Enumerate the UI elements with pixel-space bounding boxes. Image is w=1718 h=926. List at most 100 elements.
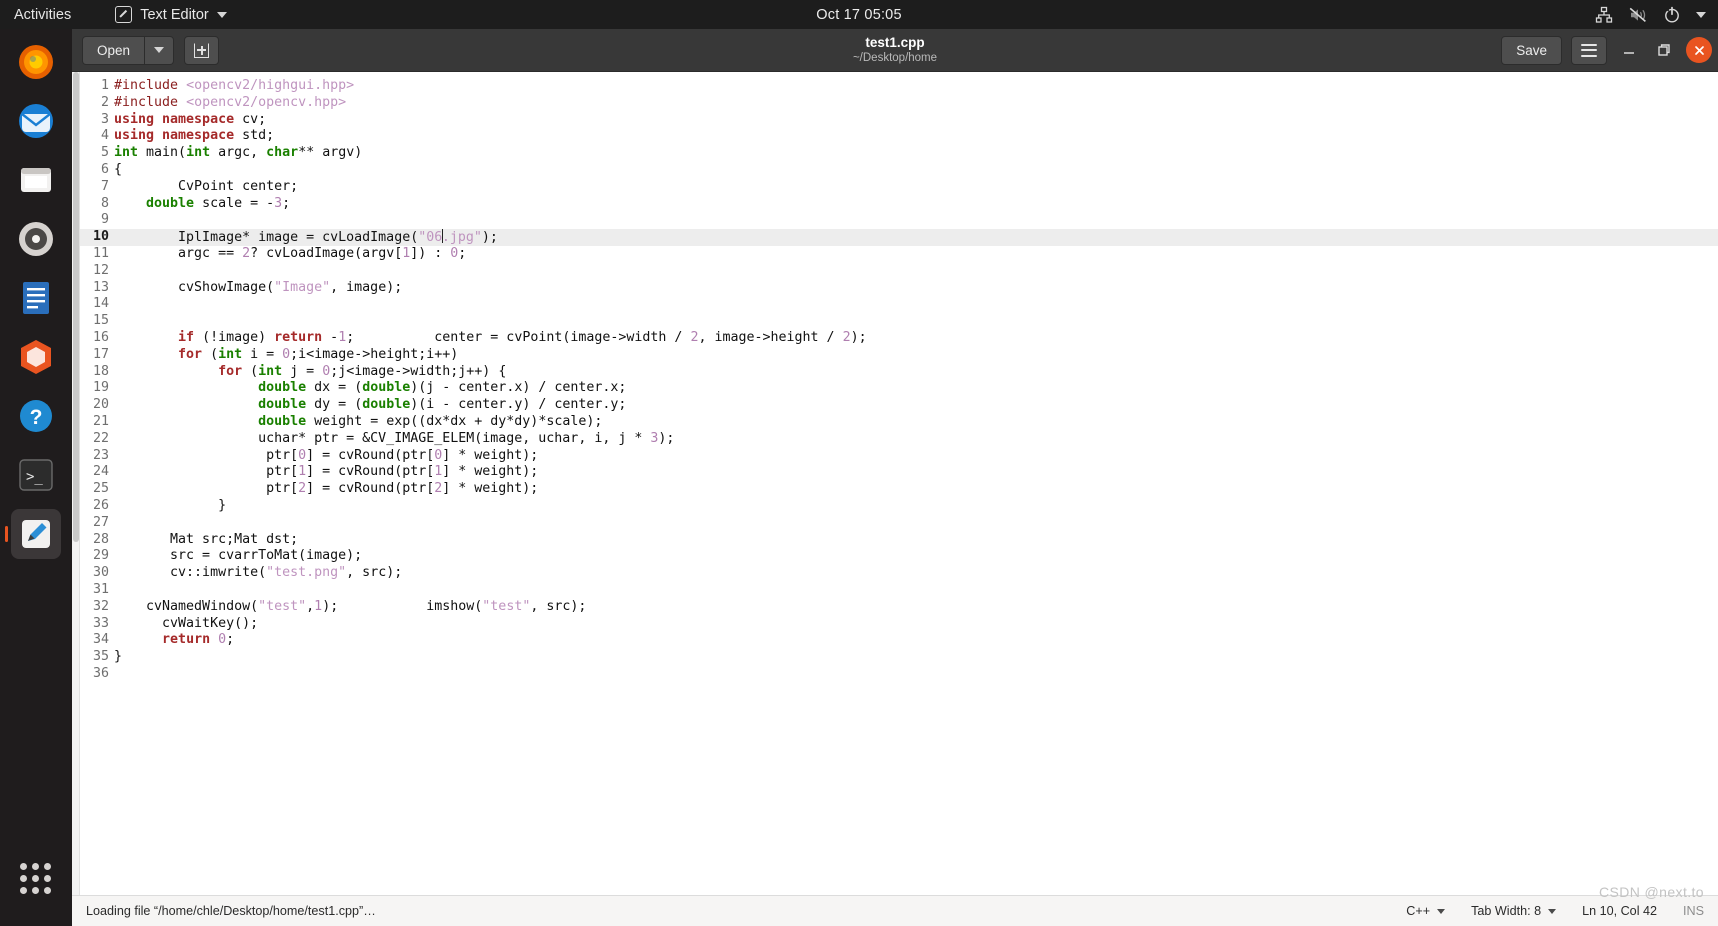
tab-width-selector[interactable]: Tab Width: 8	[1471, 904, 1557, 918]
code-line[interactable]: 27	[80, 515, 1718, 532]
code-line[interactable]: 13 cvShowImage("Image", image);	[80, 280, 1718, 297]
clock[interactable]: Oct 17 05:05	[739, 7, 979, 23]
grid-dot	[20, 875, 27, 882]
code-text: argc == 2? cvLoadImage(argv[1]) : 0;	[114, 245, 467, 261]
code-text: #include <opencv2/highgui.hpp>	[114, 78, 355, 93]
volume-muted-icon[interactable]	[1628, 6, 1648, 24]
code-line[interactable]: 10 IplImage* image = cvLoadImage("06.jpg…	[80, 228, 1718, 246]
app-menu-button[interactable]: Text Editor	[115, 6, 227, 23]
code-line[interactable]: 35}	[80, 649, 1718, 666]
line-number: 7	[100, 178, 109, 194]
code-line[interactable]: 31	[80, 582, 1718, 599]
code-line[interactable]: 14	[80, 296, 1718, 313]
code-line[interactable]: 28 Mat src;Mat dst;	[80, 532, 1718, 549]
chevron-down-icon[interactable]	[1696, 11, 1706, 18]
power-icon[interactable]	[1663, 6, 1681, 24]
maximize-button[interactable]	[1651, 37, 1677, 63]
activities-button[interactable]: Activities	[0, 7, 85, 23]
chevron-down-icon	[154, 47, 165, 53]
window-title-block: test1.cpp ~/Desktop/home	[725, 35, 1065, 65]
line-number: 6	[100, 161, 109, 177]
chevron-down-icon	[1437, 908, 1446, 914]
code-line[interactable]: 20 double dy = (double)(i - center.y) / …	[80, 397, 1718, 414]
code-line[interactable]: 26 }	[80, 498, 1718, 515]
code-line[interactable]: 15	[80, 313, 1718, 330]
dock-item-help[interactable]: ?	[11, 391, 61, 441]
line-number: 16	[92, 329, 109, 345]
code-line[interactable]: 7 CvPoint center;	[80, 179, 1718, 196]
code-text: cvNamedWindow("test",1); imshow("test", …	[114, 598, 587, 614]
system-tray[interactable]	[1595, 6, 1706, 24]
code-line[interactable]: 30 cv::imwrite("test.png", src);	[80, 565, 1718, 582]
code-line[interactable]: 29 src = cvarrToMat(image);	[80, 548, 1718, 565]
line-number: 32	[92, 598, 109, 614]
line-number: 18	[92, 363, 109, 379]
code-text: CvPoint center;	[114, 178, 299, 194]
code-line[interactable]: 23 ptr[0] = cvRound(ptr[0] * weight);	[80, 448, 1718, 465]
code-line[interactable]: 24 ptr[1] = cvRound(ptr[1] * weight);	[80, 464, 1718, 481]
code-line[interactable]: 8 double scale = -3;	[80, 196, 1718, 213]
show-applications-button[interactable]	[11, 854, 61, 904]
dock-item-terminal[interactable]: >_	[11, 450, 61, 500]
code-line[interactable]: 4 using namespace std;	[80, 128, 1718, 145]
grid-dot	[20, 887, 27, 894]
open-split-button[interactable]: Open	[82, 35, 175, 65]
code-line[interactable]: 6{	[80, 162, 1718, 179]
code-line[interactable]: 5 int main(int argc, char** argv)	[80, 145, 1718, 162]
dock-item-text-editor[interactable]	[5, 509, 61, 559]
code-text: for (int j = 0;j<image->width;j++) {	[218, 363, 507, 379]
line-number: 11	[92, 245, 109, 261]
scrollbar-thumb[interactable]	[73, 72, 79, 542]
dock-item-files[interactable]	[11, 155, 61, 205]
line-number: 8	[100, 195, 109, 211]
save-button[interactable]: Save	[1501, 35, 1562, 65]
dock-item-firefox[interactable]	[11, 37, 61, 87]
code-line[interactable]: 34 return 0;	[80, 632, 1718, 649]
open-button[interactable]: Open	[82, 35, 146, 65]
code-line[interactable]: 2 #include <opencv2/opencv.hpp>	[80, 95, 1718, 112]
code-line[interactable]: 21 double weight = exp((dx*dx + dy*dy)*s…	[80, 414, 1718, 431]
dock-item-rhythmbox[interactable]	[11, 214, 61, 264]
editor-scrollbar[interactable]	[72, 72, 80, 895]
code-line[interactable]: 36	[80, 666, 1718, 683]
hamburger-menu-icon	[1581, 43, 1597, 57]
code-line[interactable]: 32 cvNamedWindow("test",1); imshow("test…	[80, 599, 1718, 616]
code-line[interactable]: 33 cvWaitKey();	[80, 616, 1718, 633]
code-text: cv::imwrite("test.png", src);	[114, 565, 403, 581]
line-number: 27	[92, 514, 109, 530]
code-text: if (!image) return -1; center = cvPoint(…	[178, 329, 867, 345]
code-line[interactable]: 12	[80, 263, 1718, 280]
code-line[interactable]: 11 argc == 2? cvLoadImage(argv[1]) : 0;	[80, 246, 1718, 263]
code-line[interactable]: 17 for (int i = 0;i<image->height;i++)	[80, 347, 1718, 364]
dock-item-thunderbird[interactable]	[11, 96, 61, 146]
code-line[interactable]: 3 using namespace cv;	[80, 112, 1718, 129]
line-number: 35	[92, 649, 109, 665]
network-icon[interactable]	[1595, 6, 1613, 24]
dock-item-ubuntu-software[interactable]	[11, 332, 61, 382]
open-recent-dropdown-button[interactable]	[145, 35, 175, 65]
editor-area[interactable]: 1 #include <opencv2/highgui.hpp> 2 #include…	[72, 72, 1718, 895]
code-line[interactable]: 9	[80, 212, 1718, 229]
watermark: CSDN @next.to	[1599, 884, 1704, 900]
code-line[interactable]: 16 if (!image) return -1; center = cvPoi…	[80, 330, 1718, 347]
code-line[interactable]: 22 uchar* ptr = &CV_IMAGE_ELEM(image, uc…	[80, 431, 1718, 448]
minimize-button[interactable]	[1616, 37, 1642, 63]
code-text: ptr[2] = cvRound(ptr[2] * weight);	[114, 481, 539, 497]
language-selector[interactable]: C++	[1406, 904, 1446, 918]
window-title: test1.cpp	[865, 35, 925, 50]
dock-item-libreoffice-writer[interactable]	[11, 273, 61, 323]
source-code-view[interactable]: 1 #include <opencv2/highgui.hpp> 2 #include…	[80, 72, 1718, 895]
code-line[interactable]: 1 #include <opencv2/highgui.hpp>	[80, 78, 1718, 95]
new-document-button[interactable]	[184, 35, 220, 65]
code-line[interactable]: 25 ptr[2] = cvRound(ptr[2] * weight);	[80, 481, 1718, 498]
close-button[interactable]	[1686, 37, 1712, 63]
main-menu-button[interactable]	[1571, 35, 1607, 65]
code-line[interactable]: 19 double dx = (double)(j - center.x) / …	[80, 380, 1718, 397]
chevron-down-icon	[216, 11, 227, 18]
code-text: #include <opencv2/opencv.hpp>	[114, 94, 347, 110]
line-number: 5	[100, 145, 109, 161]
code-line[interactable]: 18 for (int j = 0;j<image->width;j++) {	[80, 364, 1718, 381]
cursor-position[interactable]: Ln 10, Col 42	[1582, 904, 1657, 918]
headerbar-right-controls: Save	[1501, 35, 1712, 65]
line-number: 30	[92, 565, 109, 581]
